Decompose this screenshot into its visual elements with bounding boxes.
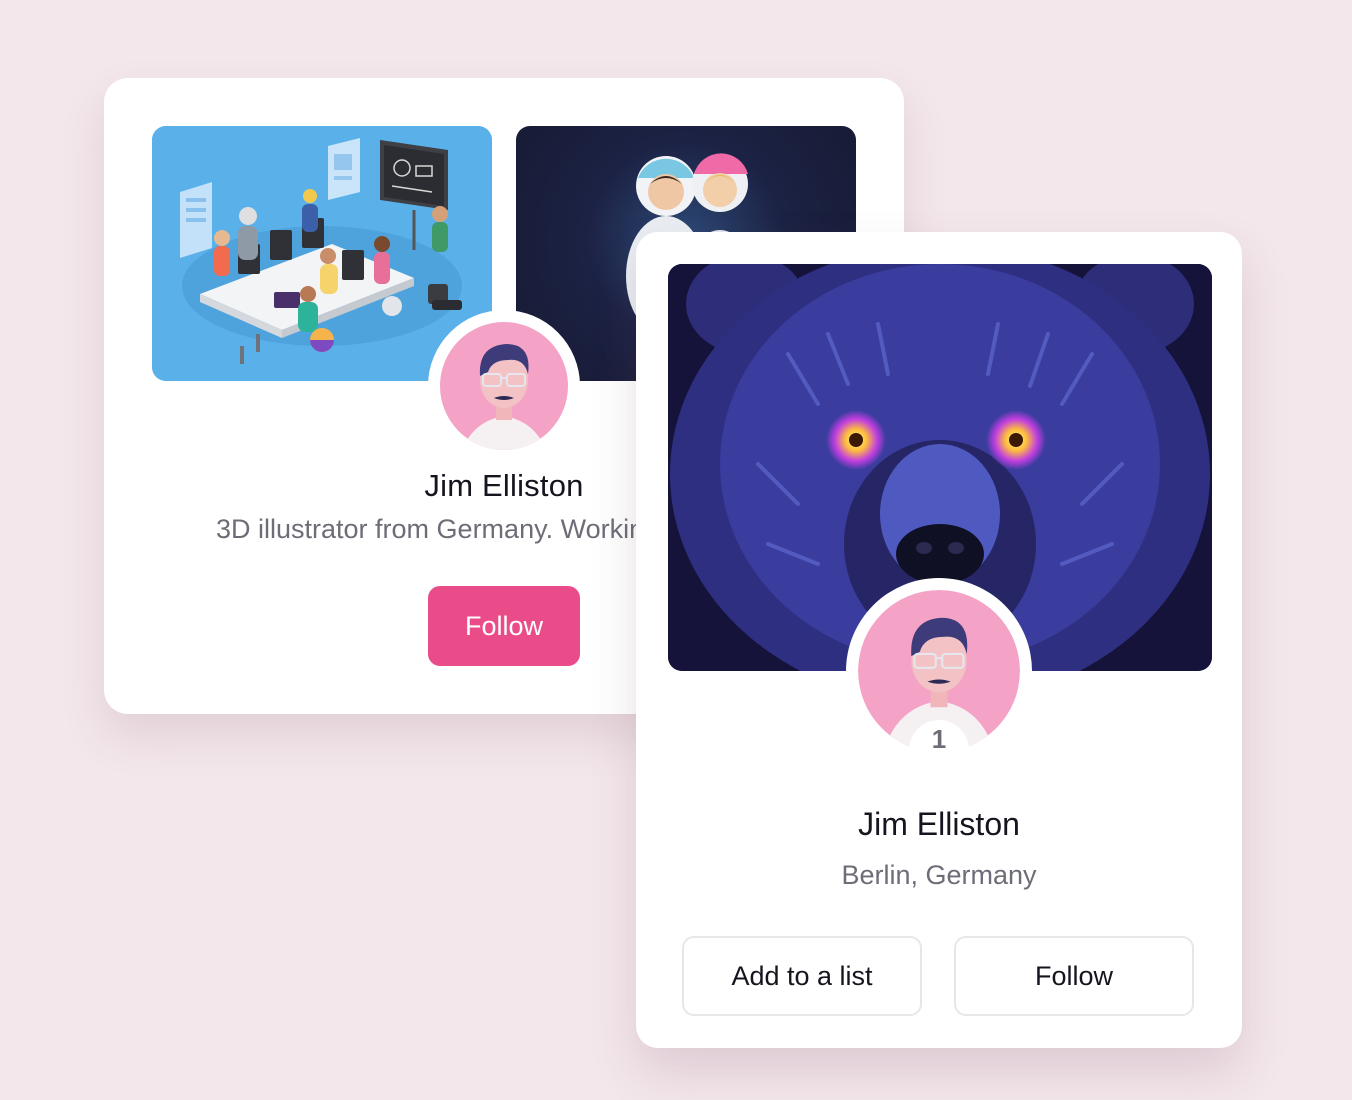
profile-name: Jim Elliston (858, 806, 1020, 842)
profile-card-front: 1 Jim Elliston Berlin, Germany Add to a … (636, 232, 1242, 1048)
follow-button[interactable]: Follow (428, 586, 580, 666)
follow-button[interactable]: Follow (954, 936, 1194, 1016)
badge: 1 (909, 720, 969, 780)
badge-count: 1 (931, 724, 947, 754)
add-to-list-button[interactable]: Add to a list (682, 936, 922, 1016)
avatar[interactable] (428, 310, 580, 462)
avatar-wrapper: 1 (846, 578, 1032, 780)
profile-location: Berlin, Germany (841, 860, 1037, 890)
avatar-man-with-glasses-icon (440, 322, 568, 450)
